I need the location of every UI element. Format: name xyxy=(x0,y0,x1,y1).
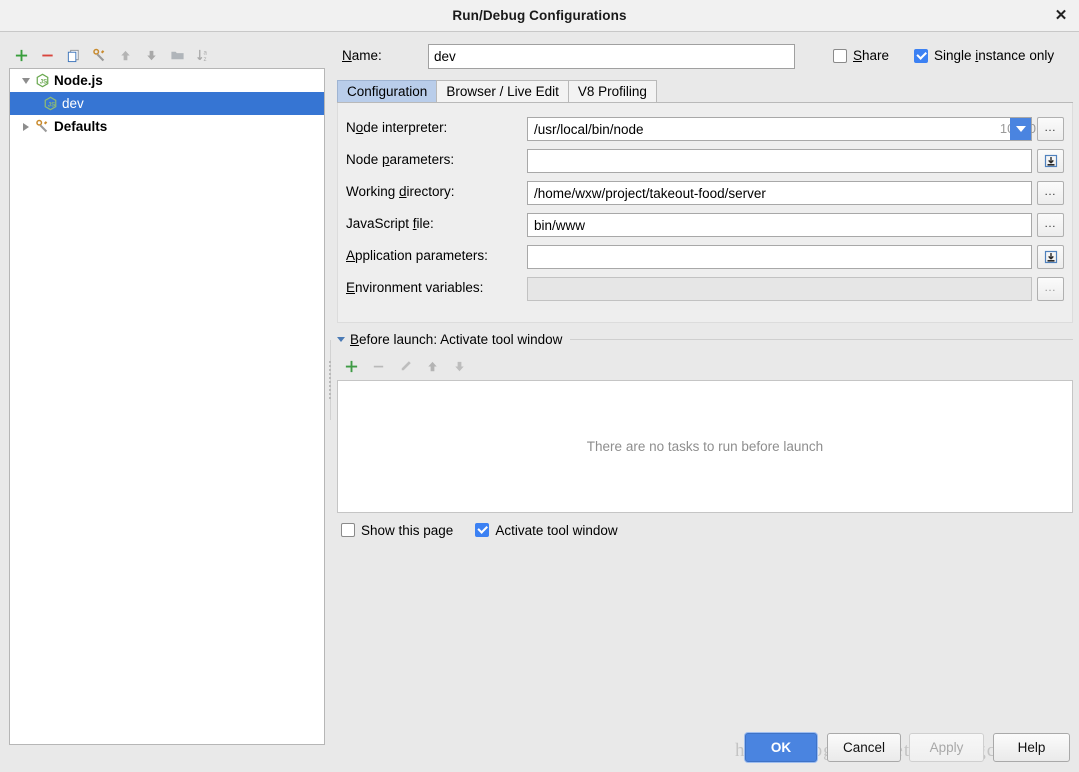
before-launch-empty-text: There are no tasks to run before launch xyxy=(586,439,824,454)
share-checkbox[interactable]: Share xyxy=(833,48,889,63)
single-instance-checkbox[interactable]: Single instance only xyxy=(914,48,1054,63)
field-application-parameters: Application parameters: xyxy=(338,245,1074,269)
copy-configuration-button[interactable] xyxy=(62,44,85,67)
field-label: Application parameters: xyxy=(346,248,488,263)
activate-tool-window-checkbox-box[interactable] xyxy=(475,523,490,537)
before-launch-separator xyxy=(570,338,1073,340)
show-this-page-checkbox-box[interactable] xyxy=(341,523,355,537)
remove-configuration-button[interactable] xyxy=(36,44,59,67)
configurations-tree[interactable]: JS Node.js JS dev Defaults xyxy=(9,68,325,745)
sort-az-icon[interactable]: a z xyxy=(192,44,215,67)
field-node-interpreter: Node interpreter: 10.0.0 … xyxy=(338,117,1074,141)
single-instance-checkbox-label: Single instance only xyxy=(934,48,1055,63)
application-parameters-input[interactable] xyxy=(527,245,1032,269)
cancel-button[interactable]: Cancel xyxy=(827,733,901,762)
create-folder-icon[interactable] xyxy=(166,44,189,67)
configuration-form: Node interpreter: 10.0.0 … Node paramete… xyxy=(337,103,1073,323)
tree-node-label: dev xyxy=(62,96,84,111)
working-directory-browse-button[interactable]: … xyxy=(1037,181,1064,205)
task-move-down-button[interactable] xyxy=(447,355,471,377)
add-task-button[interactable] xyxy=(339,355,363,377)
before-launch-toolbar xyxy=(339,354,471,378)
before-launch-collapse-icon[interactable] xyxy=(337,336,345,342)
edit-defaults-wrench-icon[interactable] xyxy=(88,44,111,67)
dialog-title: Run/Debug Configurations xyxy=(452,8,627,23)
field-label: Environment variables: xyxy=(346,280,484,295)
tree-node-defaults[interactable]: Defaults xyxy=(10,115,324,138)
tree-node-label: Node.js xyxy=(54,73,103,88)
configurations-toolbar: a z xyxy=(10,42,320,68)
move-up-button[interactable] xyxy=(114,44,137,67)
field-label: Node parameters: xyxy=(346,152,455,167)
environment-variables-browse-button[interactable]: … xyxy=(1037,277,1064,301)
task-move-up-button[interactable] xyxy=(420,355,444,377)
svg-text:JS: JS xyxy=(39,78,46,85)
show-this-page-label: Show this page xyxy=(361,522,454,538)
share-checkbox-label: Share xyxy=(853,48,890,63)
name-row: Name: Share Single instance only xyxy=(336,44,1076,70)
before-launch-options: Show this page Activate tool window xyxy=(341,520,618,540)
configurations-pane: a z JS Node.js JS dev Defaults xyxy=(0,32,330,772)
node-parameters-expand-icon[interactable] xyxy=(1037,149,1064,173)
field-label: Node interpreter: xyxy=(346,120,448,135)
field-node-parameters: Node parameters: xyxy=(338,149,1074,173)
tree-node-nodejs[interactable]: JS Node.js xyxy=(10,69,324,92)
ok-button[interactable]: OK xyxy=(745,733,817,762)
name-input[interactable] xyxy=(428,44,795,69)
expand-toggle-icon[interactable] xyxy=(18,119,34,135)
wrench-icon xyxy=(34,119,50,135)
environment-variables-input[interactable] xyxy=(527,277,1032,301)
before-launch-task-list[interactable]: There are no tasks to run before launch xyxy=(337,380,1073,513)
tree-node-dev[interactable]: JS dev xyxy=(10,92,324,115)
node-parameters-input[interactable] xyxy=(527,149,1032,173)
nodejs-icon: JS xyxy=(42,96,58,112)
activate-tool-window-checkbox[interactable]: Activate tool window xyxy=(475,522,618,538)
configuration-tabs: Configuration Browser / Live Edit V8 Pro… xyxy=(337,79,657,103)
configuration-editor-pane: Name: Share Single instance only Configu… xyxy=(331,32,1079,724)
javascript-file-browse-button[interactable]: … xyxy=(1037,213,1064,237)
run-debug-configurations-dialog: Run/Debug Configurations ✕ a z JS Node.j… xyxy=(0,0,1079,772)
field-label: JavaScript file: xyxy=(346,216,434,231)
svg-text:JS: JS xyxy=(47,101,54,108)
field-javascript-file: JavaScript file: … xyxy=(338,213,1074,237)
add-configuration-button[interactable] xyxy=(10,44,33,67)
application-parameters-expand-icon[interactable] xyxy=(1037,245,1064,269)
node-interpreter-browse-button[interactable]: … xyxy=(1037,117,1064,141)
move-down-button[interactable] xyxy=(140,44,163,67)
field-label: Working directory: xyxy=(346,184,455,199)
activate-tool-window-label: Activate tool window xyxy=(495,522,618,538)
nodejs-icon: JS xyxy=(34,73,50,89)
node-interpreter-input[interactable] xyxy=(527,117,1032,141)
single-instance-checkbox-box[interactable] xyxy=(914,48,928,63)
edit-task-pencil-icon[interactable] xyxy=(393,355,417,377)
show-this-page-checkbox[interactable]: Show this page xyxy=(341,523,453,538)
dialog-title-bar: Run/Debug Configurations ✕ xyxy=(0,0,1079,32)
working-directory-input[interactable] xyxy=(527,181,1032,205)
before-launch-title: Before launch: Activate tool window xyxy=(350,331,563,347)
tree-node-label: Defaults xyxy=(54,119,108,134)
field-working-directory: Working directory: … xyxy=(338,181,1074,205)
apply-button[interactable]: Apply xyxy=(909,733,984,762)
tab-v8-profiling[interactable]: V8 Profiling xyxy=(567,80,657,103)
javascript-file-input[interactable] xyxy=(527,213,1032,237)
name-label: Name: xyxy=(342,48,382,63)
close-icon[interactable]: ✕ xyxy=(1052,7,1070,25)
tab-browser-live-edit[interactable]: Browser / Live Edit xyxy=(436,80,569,103)
node-interpreter-dropdown-icon[interactable] xyxy=(1010,118,1031,140)
before-launch-header: Before launch: Activate tool window xyxy=(337,330,1073,348)
expand-toggle-icon[interactable] xyxy=(18,73,34,89)
field-environment-variables: Environment variables: … xyxy=(338,277,1074,301)
tab-configuration[interactable]: Configuration xyxy=(337,80,438,103)
help-button[interactable]: Help xyxy=(993,733,1070,762)
svg-text:z: z xyxy=(204,56,207,63)
remove-task-button[interactable] xyxy=(366,355,390,377)
share-checkbox-box[interactable] xyxy=(833,48,847,63)
